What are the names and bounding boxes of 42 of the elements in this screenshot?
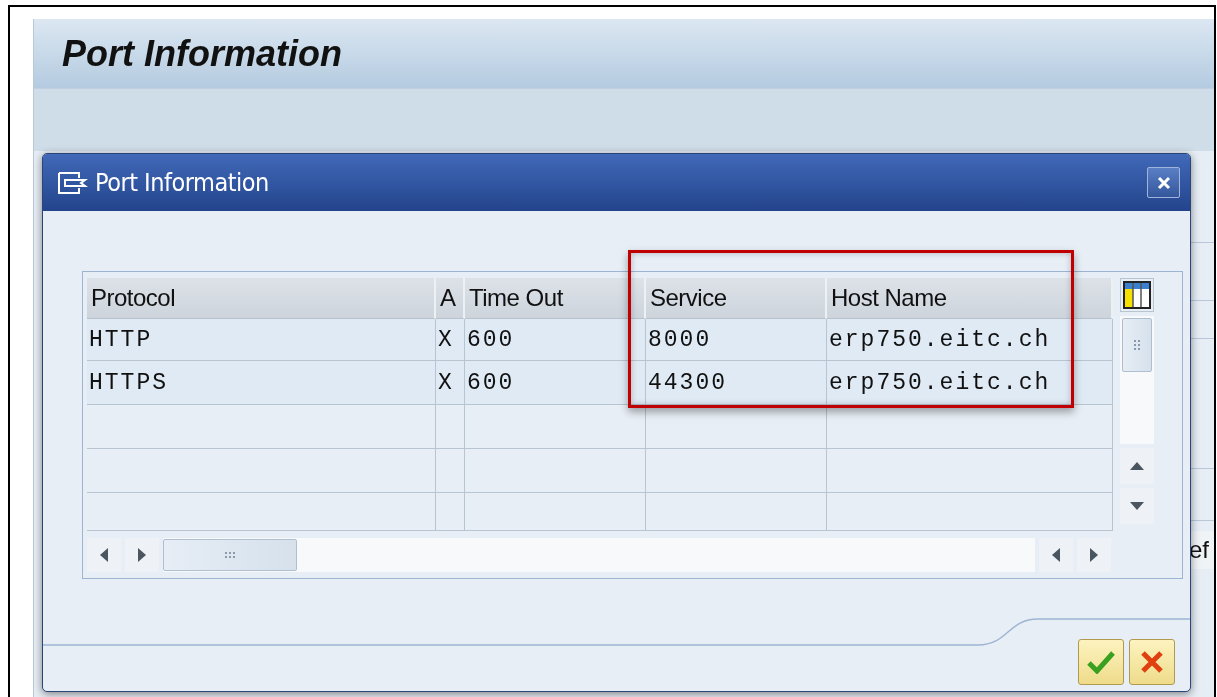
check-icon bbox=[1087, 650, 1115, 674]
confirm-button[interactable] bbox=[1078, 639, 1124, 685]
column-header[interactable]: A bbox=[436, 278, 465, 319]
right-arrow-icon bbox=[138, 547, 146, 562]
scrollbar-thumb[interactable] bbox=[163, 538, 297, 571]
table-cell: 44300 bbox=[646, 361, 827, 405]
table-cell: 600 bbox=[465, 319, 646, 361]
left-arrow-icon bbox=[100, 547, 108, 562]
scroll-left-button[interactable] bbox=[87, 537, 121, 572]
window-icon bbox=[57, 170, 89, 195]
column-header[interactable]: Host Name bbox=[827, 278, 1113, 319]
table-cell: HTTP bbox=[87, 319, 436, 361]
table-cell: X bbox=[436, 361, 465, 405]
scroll-right-button[interactable] bbox=[125, 537, 159, 572]
right-arrow-icon bbox=[1090, 547, 1098, 562]
table-cell: 600 bbox=[465, 361, 646, 405]
scroll-right-button[interactable] bbox=[1077, 537, 1111, 572]
table-cell: erp750.eitc.ch bbox=[827, 361, 1113, 405]
scroll-down-button[interactable] bbox=[1120, 488, 1154, 524]
grip-icon bbox=[224, 550, 236, 559]
table-cell: X bbox=[436, 319, 465, 361]
close-icon bbox=[1140, 650, 1164, 674]
cancel-button[interactable] bbox=[1129, 639, 1175, 685]
scrollbar-thumb[interactable] bbox=[1122, 318, 1152, 372]
column-header[interactable]: Time Out bbox=[465, 278, 646, 319]
scroll-up-button[interactable] bbox=[1120, 448, 1154, 484]
grip-icon bbox=[1133, 339, 1141, 351]
scroll-left-button[interactable] bbox=[1039, 537, 1073, 572]
column-header[interactable]: Service bbox=[646, 278, 827, 319]
table-cell: erp750.eitc.ch bbox=[827, 319, 1113, 361]
left-arrow-icon bbox=[1052, 547, 1060, 562]
close-icon bbox=[1155, 174, 1172, 191]
column-settings-button[interactable] bbox=[1120, 278, 1154, 312]
table-cell: 8000 bbox=[646, 319, 827, 361]
down-arrow-icon bbox=[1130, 502, 1144, 510]
table-cell: HTTPS bbox=[87, 361, 436, 405]
close-button[interactable] bbox=[1147, 167, 1180, 198]
up-arrow-icon bbox=[1130, 462, 1144, 470]
field-text: ef bbox=[1189, 531, 1214, 569]
dialog-title: Port Information bbox=[95, 168, 270, 197]
page-title: Port Information bbox=[62, 32, 342, 75]
column-header[interactable]: Protocol bbox=[87, 278, 436, 319]
